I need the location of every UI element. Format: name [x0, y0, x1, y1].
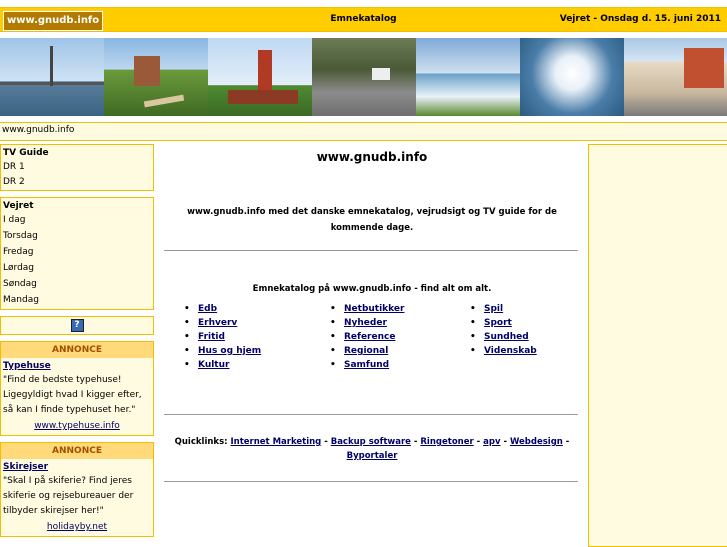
- divider: [164, 250, 578, 251]
- photo-waterfall: [416, 38, 520, 116]
- ad-label: ANNONCE: [1, 443, 153, 459]
- photo-lighthouse: [208, 38, 312, 116]
- category-link-regional[interactable]: Regional: [330, 344, 404, 358]
- photo-castle: [104, 38, 208, 116]
- ad-label: ANNONCE: [1, 342, 153, 358]
- top-bar: www.gnudb.info Emnekatalog Vejret - Onsd…: [0, 7, 727, 32]
- quicklink-backup-software[interactable]: Backup software: [331, 437, 411, 447]
- weather-item-mandag[interactable]: Mandag: [1, 293, 153, 309]
- category-link-erhverv[interactable]: Erhverv: [184, 316, 261, 330]
- ad-box-skirejser: ANNONCE Skirejser "Skal I på skiferie? F…: [0, 442, 154, 537]
- ad-link-skirejser[interactable]: holidayby.net: [1, 519, 153, 536]
- category-link-edb[interactable]: Edb: [184, 302, 261, 316]
- tv-item-dr1[interactable]: DR 1: [1, 160, 153, 175]
- tv-guide-box: TV Guide DR 1 DR 2: [0, 144, 154, 191]
- help-icon[interactable]: ?: [70, 319, 84, 332]
- category-link-spil[interactable]: Spil: [470, 302, 537, 316]
- header-date: Vejret - Onsdag d. 15. juni 2011: [559, 14, 721, 24]
- quicklink-apv[interactable]: apv: [483, 437, 500, 447]
- weather-item-sondag[interactable]: Søndag: [1, 277, 153, 293]
- weather-item-idag[interactable]: I dag: [1, 213, 153, 229]
- weather-box: Vejret I dag Torsdag Fredag Lørdag Sønda…: [0, 197, 154, 310]
- ad-link-typehuse[interactable]: www.typehuse.info: [1, 418, 153, 435]
- ad-box-typehuse: ANNONCE Typehuse "Find de bedste typehus…: [0, 341, 154, 436]
- weather-item-fredag[interactable]: Fredag: [1, 245, 153, 261]
- help-box: ?: [0, 316, 154, 335]
- weather-item-lordag[interactable]: Lørdag: [1, 261, 153, 277]
- ad-title-skirejser[interactable]: Skirejser: [1, 459, 153, 474]
- category-link-videnskab[interactable]: Videnskab: [470, 344, 537, 358]
- quicklinks: Quicklinks: Internet Marketing - Backup …: [174, 437, 570, 461]
- photo-bridge: [0, 38, 104, 116]
- left-sidebar: TV Guide DR 1 DR 2 Vejret I dag Torsdag …: [0, 144, 154, 543]
- quicklinks-label: Quicklinks:: [174, 437, 228, 447]
- quicklink-ringetoner[interactable]: Ringetoner: [420, 437, 473, 447]
- catalog-column-2: Netbutikker Nyheder Reference Regional S…: [330, 302, 404, 372]
- divider: [164, 414, 578, 415]
- tv-guide-title: TV Guide: [3, 148, 49, 158]
- quicklink-webdesign[interactable]: Webdesign: [510, 437, 563, 447]
- category-link-nyheder[interactable]: Nyheder: [330, 316, 404, 330]
- right-sidebar: [588, 144, 727, 547]
- url-bar: www.gnudb.info: [0, 122, 727, 141]
- category-link-sport[interactable]: Sport: [470, 316, 537, 330]
- category-link-hus-og-hjem[interactable]: Hus og hjem: [184, 344, 261, 358]
- ad-text-typehuse: "Find de bedste typehuse! Ligegyldigt hv…: [3, 375, 142, 415]
- quicklink-byportaler[interactable]: Byportaler: [347, 451, 398, 461]
- url-text[interactable]: www.gnudb.info: [2, 125, 74, 135]
- divider: [164, 481, 578, 482]
- photo-blossom: [520, 38, 624, 116]
- quicklink-internet-marketing[interactable]: Internet Marketing: [231, 437, 322, 447]
- category-link-fritid[interactable]: Fritid: [184, 330, 261, 344]
- category-link-sundhed[interactable]: Sundhed: [470, 330, 537, 344]
- photo-town: [624, 38, 727, 116]
- catalog-column-3: Spil Sport Sundhed Videnskab: [470, 302, 537, 358]
- page-title: www.gnudb.info: [316, 150, 428, 164]
- ad-title-typehuse[interactable]: Typehuse: [1, 358, 153, 373]
- category-link-samfund[interactable]: Samfund: [330, 358, 404, 372]
- weather-item-torsdag[interactable]: Torsdag: [1, 229, 153, 245]
- photo-street: [312, 38, 416, 116]
- catalog-column-1: Edb Erhverv Fritid Hus og hjem Kultur: [184, 302, 261, 372]
- tv-item-dr2[interactable]: DR 2: [1, 175, 153, 190]
- weather-title: Vejret: [3, 201, 34, 211]
- intro-text: www.gnudb.info med det danske emnekatalo…: [187, 207, 557, 233]
- ad-text-skirejser: "Skal I på skiferie? Find jeres skiferie…: [3, 476, 134, 516]
- category-link-netbutikker[interactable]: Netbutikker: [330, 302, 404, 316]
- photo-strip: [0, 38, 727, 116]
- category-link-reference[interactable]: Reference: [330, 330, 404, 344]
- catalog-title: Emnekatalog på www.gnudb.info - find alt…: [252, 284, 492, 294]
- category-link-kultur[interactable]: Kultur: [184, 358, 261, 372]
